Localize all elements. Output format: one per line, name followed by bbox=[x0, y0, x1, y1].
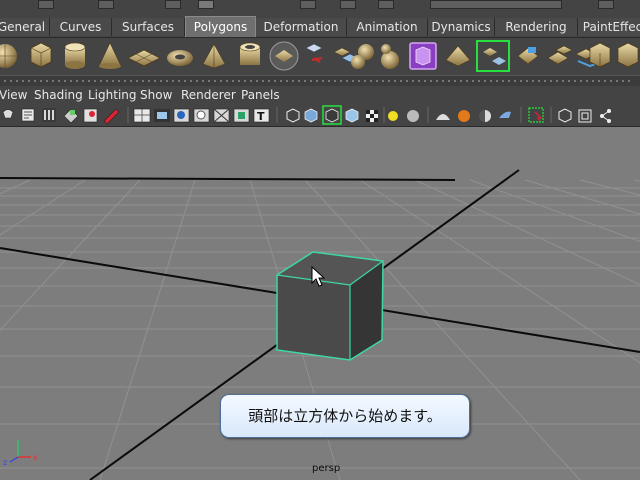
high-quality-render-icon[interactable] bbox=[458, 110, 470, 122]
select-camera-icon[interactable] bbox=[2, 109, 14, 119]
tab-rendering[interactable]: Rendering bbox=[495, 18, 578, 36]
poly-cone-icon[interactable] bbox=[98, 42, 122, 69]
status-line-icon[interactable] bbox=[340, 0, 356, 9]
boolean-union-icon[interactable] bbox=[409, 42, 437, 70]
menu-panels[interactable]: Panels bbox=[241, 87, 280, 103]
panel-toolbar: T bbox=[0, 104, 640, 127]
smooth-icon[interactable] bbox=[517, 47, 539, 65]
separate-icon[interactable] bbox=[351, 44, 374, 69]
boolean-intersection-icon[interactable] bbox=[476, 40, 510, 72]
tab-general[interactable]: General bbox=[0, 18, 50, 36]
object-mode-icon[interactable] bbox=[558, 108, 572, 123]
svg-text:T: T bbox=[257, 110, 265, 123]
wireframe-on-shaded-icon[interactable] bbox=[322, 105, 342, 125]
status-line-field[interactable] bbox=[430, 0, 562, 9]
append-polygon-icon[interactable] bbox=[589, 42, 611, 68]
select-highlight-icon[interactable] bbox=[528, 107, 544, 123]
tab-polygons[interactable]: Polygons bbox=[185, 16, 256, 37]
shadows-icon[interactable] bbox=[436, 114, 450, 122]
resolution-gate-icon[interactable] bbox=[173, 108, 190, 123]
poly-sphere-icon[interactable] bbox=[0, 44, 17, 68]
poly-pipe-icon[interactable] bbox=[239, 42, 261, 65]
status-line-icon[interactable] bbox=[598, 0, 614, 9]
isolate-select-icon[interactable] bbox=[479, 110, 491, 122]
tab-curves[interactable]: Curves bbox=[50, 18, 112, 36]
status-line bbox=[0, 0, 640, 16]
camera-attributes-icon[interactable] bbox=[21, 108, 35, 122]
component-mode-icon[interactable] bbox=[578, 109, 592, 123]
poly-soccer-ball-icon[interactable] bbox=[305, 43, 323, 63]
wireframe-icon[interactable] bbox=[286, 108, 300, 123]
status-line-icon[interactable] bbox=[38, 0, 54, 9]
tab-animation[interactable]: Animation bbox=[347, 18, 428, 36]
menu-view[interactable]: View bbox=[0, 87, 27, 103]
safe-action-icon[interactable] bbox=[233, 108, 250, 123]
menu-show[interactable]: Show bbox=[140, 87, 172, 103]
poly-torus-icon[interactable] bbox=[167, 50, 193, 66]
hierarchy-mode-icon[interactable] bbox=[600, 109, 611, 123]
poly-plane-icon[interactable] bbox=[127, 49, 161, 67]
mouse-pointer-icon bbox=[310, 265, 326, 292]
status-line-icon[interactable] bbox=[198, 0, 214, 9]
panel-menu-bar: View Shading Lighting Show Renderer Pane… bbox=[0, 86, 640, 104]
bookmarks-icon[interactable] bbox=[42, 108, 56, 122]
poly-cube-icon[interactable] bbox=[30, 42, 52, 68]
cube-object[interactable] bbox=[276, 251, 384, 361]
safe-title-icon[interactable]: T bbox=[253, 108, 270, 123]
poly-helix-icon[interactable] bbox=[269, 41, 299, 71]
status-line-icon[interactable] bbox=[378, 0, 394, 9]
mirror-geometry-icon[interactable] bbox=[547, 45, 573, 65]
use-default-light-icon[interactable] bbox=[388, 111, 398, 121]
menu-lighting[interactable]: Lighting bbox=[88, 87, 137, 103]
svg-text:z: z bbox=[3, 458, 7, 467]
svg-text:x: x bbox=[33, 453, 38, 462]
camera-name-label: persp bbox=[312, 463, 341, 474]
image-plane-icon[interactable] bbox=[63, 108, 79, 124]
two-d-pan-zoom-icon[interactable] bbox=[83, 108, 98, 123]
menu-shading[interactable]: Shading bbox=[34, 87, 83, 103]
boolean-difference-icon[interactable] bbox=[445, 45, 471, 67]
extract-icon[interactable] bbox=[381, 44, 399, 69]
polygons-shelf bbox=[0, 38, 640, 75]
status-line-icon[interactable] bbox=[300, 0, 316, 9]
tab-surfaces[interactable]: Surfaces bbox=[112, 18, 185, 36]
status-line-icon[interactable] bbox=[165, 0, 181, 9]
grid-toggle-icon[interactable] bbox=[133, 108, 151, 123]
textured-icon[interactable] bbox=[345, 108, 359, 123]
poly-cylinder-icon[interactable] bbox=[64, 42, 86, 69]
checker-icon[interactable] bbox=[366, 110, 378, 122]
tutorial-subtitle: 頭部は立方体から始めます。 bbox=[220, 394, 470, 438]
menu-renderer[interactable]: Renderer bbox=[181, 87, 236, 103]
tab-dynamics[interactable]: Dynamics bbox=[428, 18, 495, 36]
poly-pyramid-icon[interactable] bbox=[202, 43, 226, 69]
extrude-icon[interactable] bbox=[617, 42, 639, 68]
xray-icon[interactable] bbox=[499, 111, 511, 118]
status-line-icon[interactable] bbox=[98, 0, 114, 9]
tab-deformation[interactable]: Deformation bbox=[256, 18, 347, 36]
tab-painteffects[interactable]: PaintEffects bbox=[578, 18, 640, 36]
grease-pencil-icon[interactable] bbox=[103, 108, 120, 125]
use-all-lights-icon[interactable] bbox=[407, 110, 419, 122]
shelf-tabs: General Curves Surfaces Polygons Deforma… bbox=[0, 16, 640, 38]
axis-indicator: x z bbox=[3, 440, 38, 467]
field-chart-icon[interactable] bbox=[213, 108, 230, 123]
gate-mask-icon[interactable] bbox=[193, 108, 210, 123]
smooth-shade-icon[interactable] bbox=[304, 108, 318, 123]
film-gate-icon[interactable] bbox=[154, 109, 170, 122]
